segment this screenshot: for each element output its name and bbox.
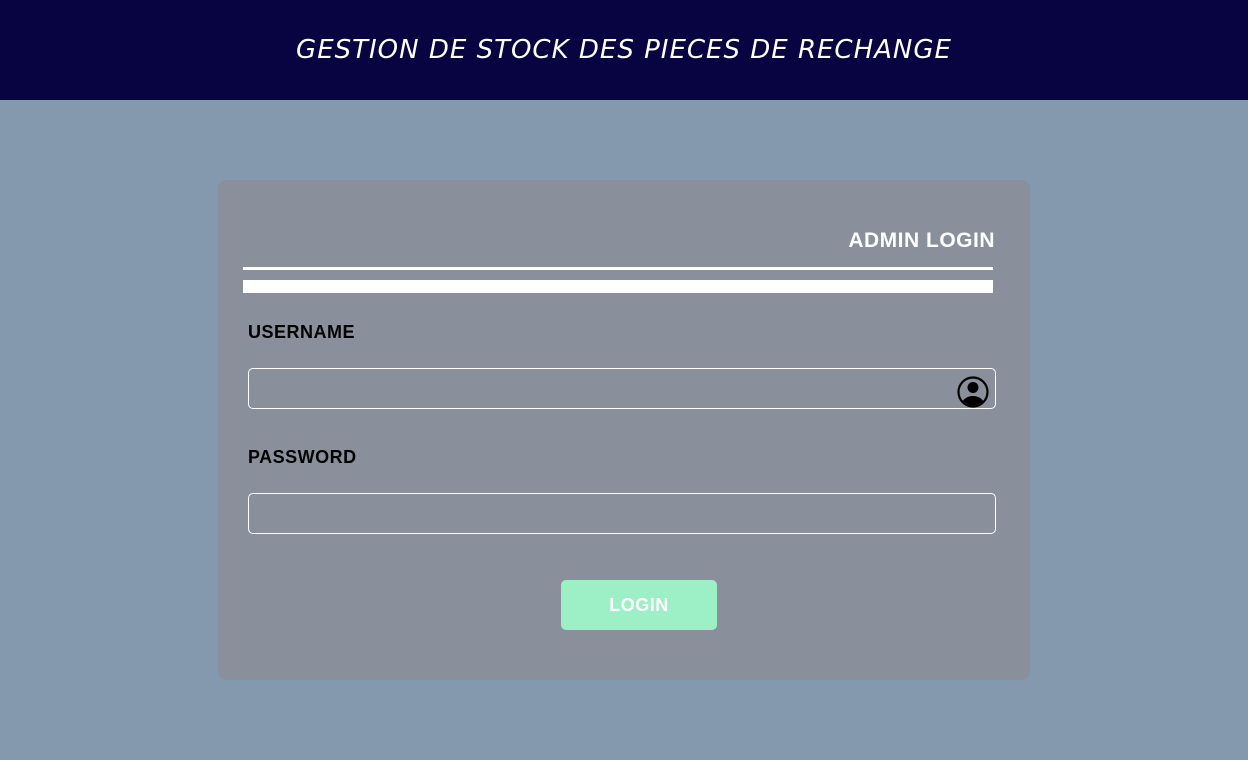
username-label: USERNAME	[248, 322, 356, 342]
title-divider-thick	[243, 280, 993, 293]
login-button[interactable]: LOGIN	[561, 580, 717, 630]
title-divider-thin	[243, 267, 993, 270]
login-card-title: ADMIN LOGIN	[848, 229, 995, 252]
app-header: GESTION DE STOCK DES PIECES DE RECHANGE	[0, 0, 1248, 100]
password-input[interactable]	[248, 493, 996, 534]
login-card: ADMIN LOGIN USERNAME PASSWORD LOGIN	[218, 180, 1030, 680]
username-input[interactable]	[248, 368, 996, 409]
password-label: PASSWORD	[248, 447, 357, 467]
app-title: GESTION DE STOCK DES PIECES DE RECHANGE	[296, 35, 952, 65]
user-circle-icon	[957, 376, 989, 408]
